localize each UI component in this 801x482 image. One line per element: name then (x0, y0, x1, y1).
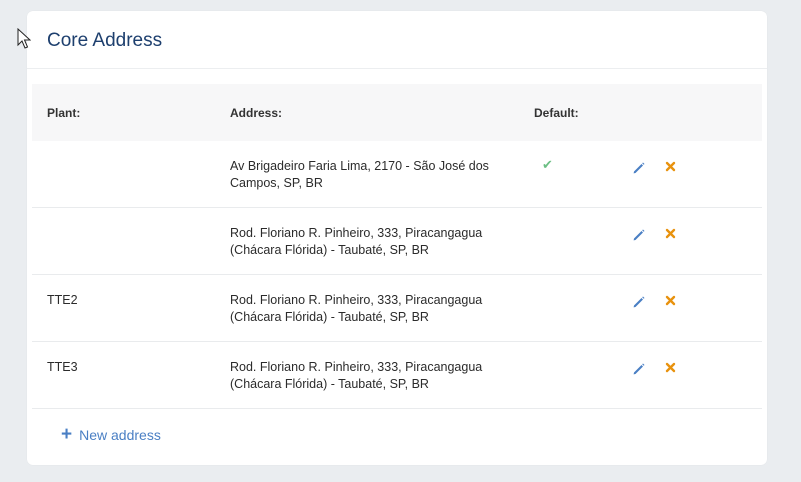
edit-button[interactable] (632, 228, 648, 244)
page-title: Core Address (47, 30, 163, 51)
delete-button[interactable] (665, 161, 679, 175)
plant-cell: TTE2 (47, 293, 78, 307)
address-cell: Rod. Floriano R. Pinheiro, 333, Piracang… (230, 292, 520, 326)
x-icon (665, 362, 676, 373)
mouse-cursor-icon (17, 28, 31, 49)
x-icon (665, 161, 676, 172)
plant-column-header: Plant: (47, 106, 81, 120)
plus-icon: + (61, 424, 73, 445)
address-cell: Rod. Floriano R. Pinheiro, 333, Piracang… (230, 225, 520, 259)
address-cell: Av Brigadeiro Faria Lima, 2170 - São Jos… (230, 158, 520, 192)
table-row: TTE2 Rod. Floriano R. Pinheiro, 333, Pir… (32, 275, 762, 342)
address-line: (Chácara Flórida) - Taubaté, SP, BR (230, 310, 429, 324)
edit-button[interactable] (632, 362, 648, 378)
address-line: Rod. Floriano R. Pinheiro, 333, Piracang… (230, 360, 483, 374)
pencil-icon (633, 363, 645, 375)
default-column-header: Default: (534, 106, 579, 120)
pencil-icon (633, 162, 645, 174)
delete-button[interactable] (665, 362, 679, 376)
table-row: Av Brigadeiro Faria Lima, 2170 - São Jos… (32, 141, 762, 208)
card-header: Core Address (27, 11, 767, 69)
plant-cell: TTE3 (47, 360, 78, 374)
edit-button[interactable] (632, 295, 648, 311)
new-address-button[interactable]: + New address (61, 424, 161, 445)
edit-button[interactable] (632, 161, 648, 177)
table-row: TTE3 Rod. Floriano R. Pinheiro, 333, Pir… (32, 342, 762, 409)
delete-button[interactable] (665, 228, 679, 242)
address-line: (Chácara Flórida) - Taubaté, SP, BR (230, 377, 429, 391)
address-line: Rod. Floriano R. Pinheiro, 333, Piracang… (230, 226, 483, 240)
address-table: Plant: Address: Default: Av Brigadeiro F… (32, 84, 762, 409)
address-column-header: Address: (230, 106, 283, 120)
pencil-icon (633, 296, 645, 308)
x-icon (665, 295, 676, 306)
new-address-label: New address (79, 427, 161, 443)
address-line: Av Brigadeiro Faria Lima, 2170 - São Jos… (230, 159, 489, 173)
core-address-card: Core Address Plant: Address: Default: Av… (27, 11, 767, 465)
address-cell: Rod. Floriano R. Pinheiro, 333, Piracang… (230, 359, 520, 393)
address-line: Rod. Floriano R. Pinheiro, 333, Piracang… (230, 293, 483, 307)
table-header: Plant: Address: Default: (32, 84, 762, 141)
delete-button[interactable] (665, 295, 679, 309)
address-line: Campos, SP, BR (230, 176, 323, 190)
address-line: (Chácara Flórida) - Taubaté, SP, BR (230, 243, 429, 257)
default-check-icon: ✔ (542, 157, 553, 172)
x-icon (665, 228, 676, 239)
table-row: Rod. Floriano R. Pinheiro, 333, Piracang… (32, 208, 762, 275)
pencil-icon (633, 229, 645, 241)
